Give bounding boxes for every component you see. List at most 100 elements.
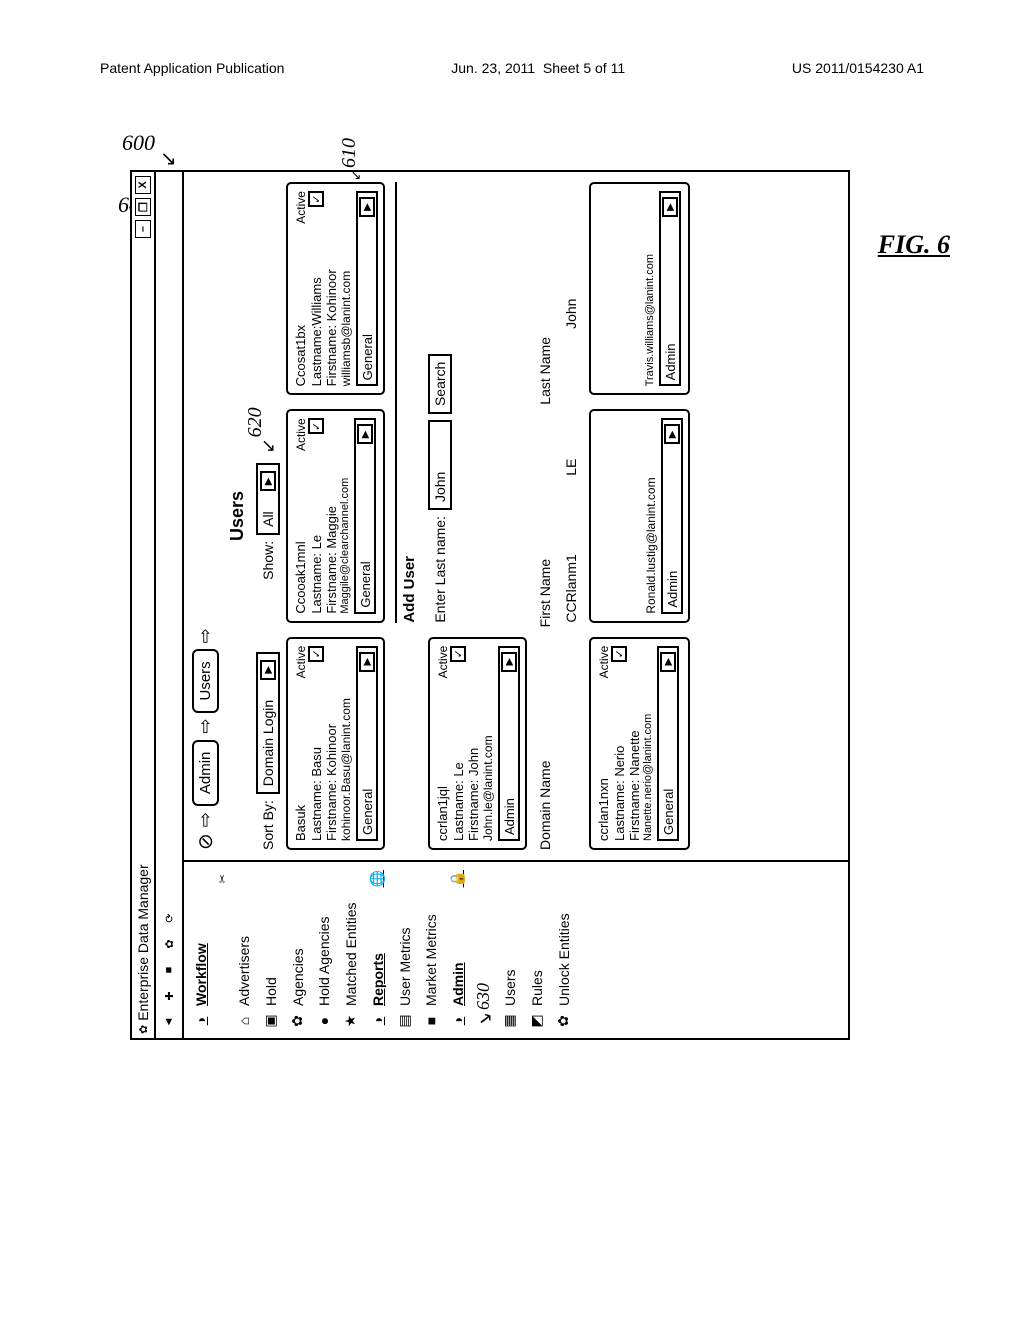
user-card[interactable]: Ccooak1mnlActive Lastname: Le✓ Firstname… — [286, 409, 385, 622]
search-button[interactable]: Search — [428, 354, 452, 414]
gear-icon[interactable]: ✿ — [160, 934, 178, 954]
sidebar: ◑ Workflow ✂ ⌂Advertisers ▣Hold ✿Agencie… — [184, 860, 848, 1038]
sidebar-item-agencies[interactable]: ✿Agencies — [286, 866, 309, 1034]
pub-type: Patent Application Publication — [100, 60, 284, 76]
dropdown-icon: ▶ — [260, 660, 276, 680]
back-button[interactable]: ◄ — [160, 1012, 178, 1032]
user-card[interactable]: ccrlan1nxnActive Lastname: Nerio✓ Firstn… — [589, 637, 690, 850]
role-select[interactable]: Admin▶ — [659, 191, 681, 386]
refresh-icon[interactable]: ⟳ — [160, 908, 178, 928]
user-card[interactable]: BasukActive Lastname: Basu✓ Firstname: K… — [286, 637, 385, 850]
role-select[interactable]: General▶ — [354, 418, 376, 613]
active-checkbox[interactable]: ✓ — [308, 191, 324, 207]
user-card[interactable]: Ronald.lustig@lanint.com Admin▶ — [589, 409, 690, 622]
role-select[interactable]: Admin▶ — [498, 646, 520, 841]
arrow-icon: ⇨ — [195, 719, 216, 734]
pub-number: US 2011/0154230 A1 — [792, 60, 924, 76]
figure-area: 600 ↘ 640 — FIG. 6 ✿ Enterprise Data Man… — [130, 140, 890, 1040]
chart-icon: ■ — [423, 1012, 439, 1030]
key-icon: ⌂ — [236, 1012, 252, 1030]
active-checkbox[interactable]: ✓ — [450, 646, 466, 662]
sidebar-item-advertisers[interactable]: ⌂Advertisers — [233, 866, 255, 1034]
chevron-icon: ◑ — [370, 1012, 386, 1030]
minimize-button[interactable]: – — [135, 220, 151, 238]
star-icon: ★ — [342, 1012, 359, 1030]
role-select[interactable]: General▶ — [356, 191, 378, 386]
app-icon: ✿ — [137, 1025, 150, 1034]
active-checkbox[interactable]: ✓ — [308, 646, 324, 662]
close-button[interactable]: X — [135, 176, 151, 194]
pub-date-sheet: Jun. 23, 2011 Sheet 5 of 11 — [451, 60, 625, 76]
window-title: Enterprise Data Manager — [135, 864, 151, 1020]
dropdown-icon: ▶ — [260, 471, 276, 491]
maximize-button[interactable]: ❐ — [135, 198, 151, 216]
page-header: Patent Application Publication Jun. 23, … — [0, 0, 1024, 86]
search-result-row[interactable]: CCRlanm1 LE John — [563, 182, 579, 623]
sidebar-item-users[interactable]: ▦Users — [498, 866, 521, 1034]
sidebar-item-rules[interactable]: ◩Rules — [525, 866, 548, 1034]
globe-icon: 🌐 — [369, 870, 386, 887]
toolbar: ◄ ✚ ■ ✿ ⟳ — [156, 172, 184, 1038]
add-button[interactable]: ✚ — [160, 986, 178, 1006]
stop-icon[interactable]: ■ — [160, 960, 178, 980]
role-select[interactable]: General▶ — [657, 646, 679, 841]
sidebar-group-workflow[interactable]: ◑ Workflow — [190, 866, 212, 1034]
dropdown-icon: ▶ — [662, 197, 678, 217]
unlock-icon: ✿ — [555, 1012, 572, 1030]
show-label: Show: — [260, 541, 276, 580]
sidebar-item-market-metrics[interactable]: ■Market Metrics — [420, 866, 442, 1034]
chart-icon: ▤ — [396, 1012, 413, 1030]
dropdown-icon: ▶ — [359, 652, 375, 672]
dropdown-icon: ▶ — [359, 197, 375, 217]
sidebar-item-unlock[interactable]: ✿Unlock Entities — [552, 866, 575, 1034]
lock-icon: 🔒 — [449, 870, 466, 887]
callout-630: ↘ 630 — [473, 866, 494, 1034]
user-cards-grid: BasukActive Lastname: Basu✓ Firstname: K… — [286, 182, 690, 850]
search-label: Enter Last name: — [432, 516, 448, 623]
sidebar-item-hold-agencies[interactable]: ●Hold Agencies — [313, 866, 335, 1034]
active-checkbox[interactable]: ✓ — [611, 646, 627, 662]
dropdown-icon: ▶ — [357, 424, 373, 444]
role-select[interactable]: Admin▶ — [661, 418, 683, 613]
arrow-icon: ⇨ — [195, 812, 216, 827]
users-icon: ▦ — [501, 1012, 518, 1030]
add-user-column-headers: Domain Name First Name Last Name — [537, 182, 553, 850]
breadcrumb: ⊘ ⇨ Admin ⇨ Users ⇨ — [192, 182, 219, 850]
dropdown-icon: ▶ — [664, 424, 680, 444]
scissors-icon: ✂ — [216, 866, 229, 883]
user-card[interactable]: Travis.williams@lanint.com Admin▶ — [589, 182, 690, 395]
add-user-heading: Add User — [395, 182, 418, 623]
crumb-admin[interactable]: Admin — [192, 740, 219, 807]
controls-row: Sort By: Domain Login ▶ Show: All ▶ ↙ — [256, 182, 280, 850]
crumb-users[interactable]: Users — [192, 649, 219, 712]
sidebar-item-matched[interactable]: ★Matched Entities — [339, 866, 362, 1034]
role-select[interactable]: General▶ — [356, 646, 378, 841]
rules-icon: ◩ — [528, 1012, 545, 1030]
sidebar-group-admin[interactable]: ◑ Admin 🔒 — [446, 866, 469, 1034]
main-panel: ⊘ ⇨ Admin ⇨ Users ⇨ Users Sort By: Domai… — [184, 172, 848, 860]
dropdown-icon: ▶ — [501, 652, 517, 672]
section-title: Users — [227, 182, 248, 850]
active-checkbox[interactable]: ✓ — [308, 418, 324, 434]
sidebar-item-user-metrics[interactable]: ▤User Metrics — [393, 866, 416, 1034]
user-card[interactable]: Ccosat1bxActive Lastname:Williams✓ First… — [286, 182, 385, 395]
hold-agencies-icon: ● — [316, 1012, 332, 1030]
sortby-select[interactable]: Domain Login ▶ — [256, 652, 280, 794]
user-card[interactable]: ccrlan1jqlActive Lastname: Le✓ Firstname… — [428, 637, 527, 850]
sortby-label: Sort By: — [260, 800, 276, 850]
agencies-icon: ✿ — [289, 1012, 306, 1030]
arrow-icon: ⇨ — [195, 628, 216, 643]
blocked-icon: ⊘ — [193, 833, 218, 850]
show-select[interactable]: All ▶ — [256, 463, 280, 535]
hold-icon: ▣ — [262, 1012, 279, 1030]
titlebar: ✿ Enterprise Data Manager – ❐ X — [132, 172, 156, 1038]
sidebar-group-reports[interactable]: ◑ Reports 🌐 — [366, 866, 389, 1034]
sidebar-item-hold[interactable]: ▣Hold — [259, 866, 282, 1034]
search-input[interactable]: John — [428, 420, 452, 510]
callout-620: 620 — [244, 407, 267, 437]
app-window: ✿ Enterprise Data Manager – ❐ X ◄ ✚ ■ ✿ … — [130, 170, 850, 1040]
dropdown-icon: ▶ — [660, 652, 676, 672]
chevron-icon: ◑ — [450, 1012, 466, 1030]
callout-610: 610 — [338, 138, 361, 168]
chevron-icon: ◑ — [193, 1012, 209, 1030]
